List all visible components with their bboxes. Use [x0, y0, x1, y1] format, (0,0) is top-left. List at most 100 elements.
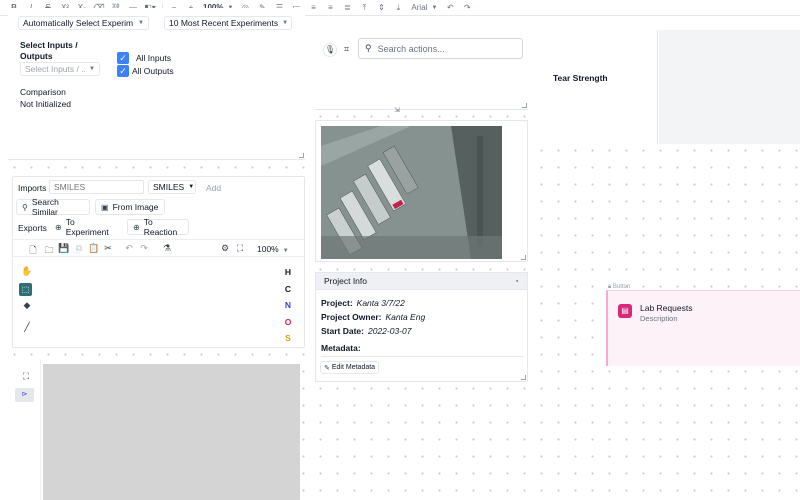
search-actions-input[interactable]: ⚲ Search actions...	[358, 38, 523, 59]
atom-n-button[interactable]: N	[283, 300, 293, 310]
owner-label: Project Owner:	[321, 312, 382, 322]
drag-handle-icon[interactable]: ⇲	[394, 106, 400, 114]
undo-icon[interactable]: ↶	[442, 1, 458, 15]
edit-metadata-label: Edit Metadata	[331, 364, 376, 371]
project-info-header: Project Info ◔	[316, 273, 527, 290]
experiment-mode-select[interactable]: Automatically Select Experim ▼	[18, 16, 149, 30]
project-label: Project:	[321, 298, 353, 308]
add-button[interactable]: Add	[206, 183, 221, 193]
atom-o-button[interactable]: O	[283, 317, 293, 327]
search-similar-button[interactable]: ⚲ Search Similar	[16, 197, 90, 217]
resize-handle[interactable]	[299, 153, 304, 158]
metadata-row: Metadata:	[321, 343, 361, 353]
metadata-label: Metadata:	[321, 343, 361, 353]
select-rectangle-icon[interactable]: ⬚	[19, 283, 32, 296]
experiment-mode-value: Automatically Select Experim	[23, 18, 134, 28]
chevron-down-icon: ▼	[282, 248, 289, 254]
align-justify-icon[interactable]: ≣	[339, 1, 355, 15]
toggle-view-icon[interactable]: ⊳	[15, 388, 34, 402]
align-middle-icon[interactable]: ⇕	[373, 1, 389, 15]
redo-icon[interactable]: ↷	[459, 1, 475, 15]
import-format-select[interactable]: SMILES ▼	[148, 180, 196, 194]
new-file-icon[interactable]: 🗋	[27, 243, 39, 259]
exports-label: Exports	[18, 223, 47, 233]
copy-icon[interactable]: ⧉	[73, 243, 85, 254]
to-reaction-button[interactable]: ⊕ To Reaction	[127, 217, 189, 237]
to-experiment-button[interactable]: ⊕ To Experiment	[50, 217, 121, 237]
scan-icon[interactable]: ⌗	[344, 44, 349, 55]
project-info-panel: Project Info ◔ Project: Kanta 3/7/22 Proj…	[315, 272, 528, 382]
divider	[321, 356, 524, 357]
editor-zoom-value: 100%	[257, 244, 279, 254]
inputs-outputs-placeholder: Select Inputs / ...	[25, 64, 86, 74]
atom-h-button[interactable]: H	[283, 267, 293, 277]
align-bottom-icon[interactable]: ⤓	[390, 1, 406, 15]
start-date-value: 2022-03-07	[367, 326, 412, 336]
lab-requests-button[interactable]: ▤ Lab Requests Description	[606, 290, 800, 366]
inputs-outputs-select[interactable]: Select Inputs / ... ▼	[20, 62, 100, 76]
chevron-down-icon: ▼	[89, 66, 95, 72]
image-icon: ▣	[101, 202, 109, 212]
settings-icon[interactable]: ⚙	[219, 243, 231, 254]
owner-value: Kanta Eng	[385, 312, 426, 322]
editor-toolbar: 🗋 🗀 💾 ⧉ 📋 ✂ ↶ ↷ ⚗ ⚙ ⛶ 100% ▼	[13, 239, 304, 257]
align-top-icon[interactable]: ⤒	[356, 1, 372, 15]
start-date-row: Start Date: 2022-03-07	[321, 326, 411, 336]
lab-requests-description: Description	[640, 314, 678, 323]
lab-requests-title: Lab Requests	[640, 303, 693, 313]
inputs-outputs-label: Select Inputs / Outputs	[20, 40, 78, 61]
undo-icon[interactable]: ↶	[123, 243, 135, 254]
all-inputs-checkbox[interactable]: ✓	[117, 52, 129, 64]
imports-label: Imports	[18, 183, 47, 193]
from-image-label: From Image	[112, 202, 159, 212]
project-value: Kanta 3/7/22	[356, 298, 405, 308]
resize-handle[interactable]	[522, 103, 527, 108]
atom-c-button[interactable]: C	[283, 284, 293, 294]
editor-zoom-select[interactable]: 100% ▼	[257, 244, 289, 254]
tear-strength-label-area: Tear Strength	[538, 30, 658, 144]
project-row: Project: Kanta 3/7/22	[321, 298, 405, 308]
bond-icon[interactable]: ╱	[21, 322, 33, 333]
paste-icon[interactable]: 📋	[88, 243, 100, 254]
canvas-preview-area[interactable]	[43, 364, 300, 500]
recent-experiments-select[interactable]: 10 Most Recent Experiments ▼	[164, 16, 292, 30]
redo-icon[interactable]: ↷	[138, 243, 150, 254]
chevron-down-icon: ▼	[188, 184, 195, 190]
resize-handle[interactable]	[521, 255, 526, 260]
palette-icon[interactable]: ◔	[514, 276, 519, 286]
hand-icon[interactable]: ✋	[21, 266, 33, 277]
all-outputs-checkbox[interactable]: ✓	[117, 65, 129, 77]
open-folder-icon[interactable]: 🗀	[43, 243, 55, 259]
document-icon: ▤	[618, 304, 632, 318]
canvas-panel: ⛶ ⊳	[12, 360, 302, 500]
edit-metadata-button[interactable]: ✎ Edit Metadata	[320, 361, 380, 374]
search-actions-placeholder: Search actions...	[377, 43, 445, 54]
fit-screen-icon[interactable]: ⛶	[20, 371, 32, 382]
tear-strength-chart-area	[659, 30, 800, 144]
parking-lot-photo	[321, 126, 502, 259]
to-reaction-label: To Reaction	[143, 217, 178, 237]
plus-circle-icon: ⊕	[55, 222, 62, 232]
chemistry-editor-panel: Imports SMILES ▼ Add ⚲ Search Similar ▣ …	[12, 176, 305, 348]
smiles-input[interactable]	[49, 180, 144, 194]
edit-icon: ✎	[324, 364, 330, 372]
all-outputs-label: All Outputs	[132, 66, 174, 76]
eraser-icon[interactable]: ◆	[21, 300, 33, 311]
microphone-icon[interactable]: 🎙	[323, 43, 337, 57]
save-icon[interactable]: 💾	[58, 243, 70, 254]
chevron-down-icon: ▼	[282, 20, 289, 26]
clean-structure-icon[interactable]: ⚗	[161, 243, 173, 254]
resize-handle[interactable]	[521, 375, 526, 380]
align-center-icon[interactable]: ≡	[322, 1, 338, 15]
image-panel	[315, 120, 528, 262]
font-family-select[interactable]: Arial ▼	[407, 1, 441, 15]
atom-s-button[interactable]: S	[283, 333, 293, 343]
align-left-icon[interactable]: ≡	[305, 1, 321, 15]
cut-icon[interactable]: ✂	[102, 243, 114, 254]
font-family-value: Arial	[411, 3, 428, 12]
search-icon: ⚲	[22, 202, 28, 212]
from-image-button[interactable]: ▣ From Image	[95, 199, 165, 215]
fullscreen-icon[interactable]: ⛶	[234, 243, 246, 254]
import-format-value: SMILES	[153, 182, 185, 192]
aerial-photo-graphic	[321, 126, 502, 259]
